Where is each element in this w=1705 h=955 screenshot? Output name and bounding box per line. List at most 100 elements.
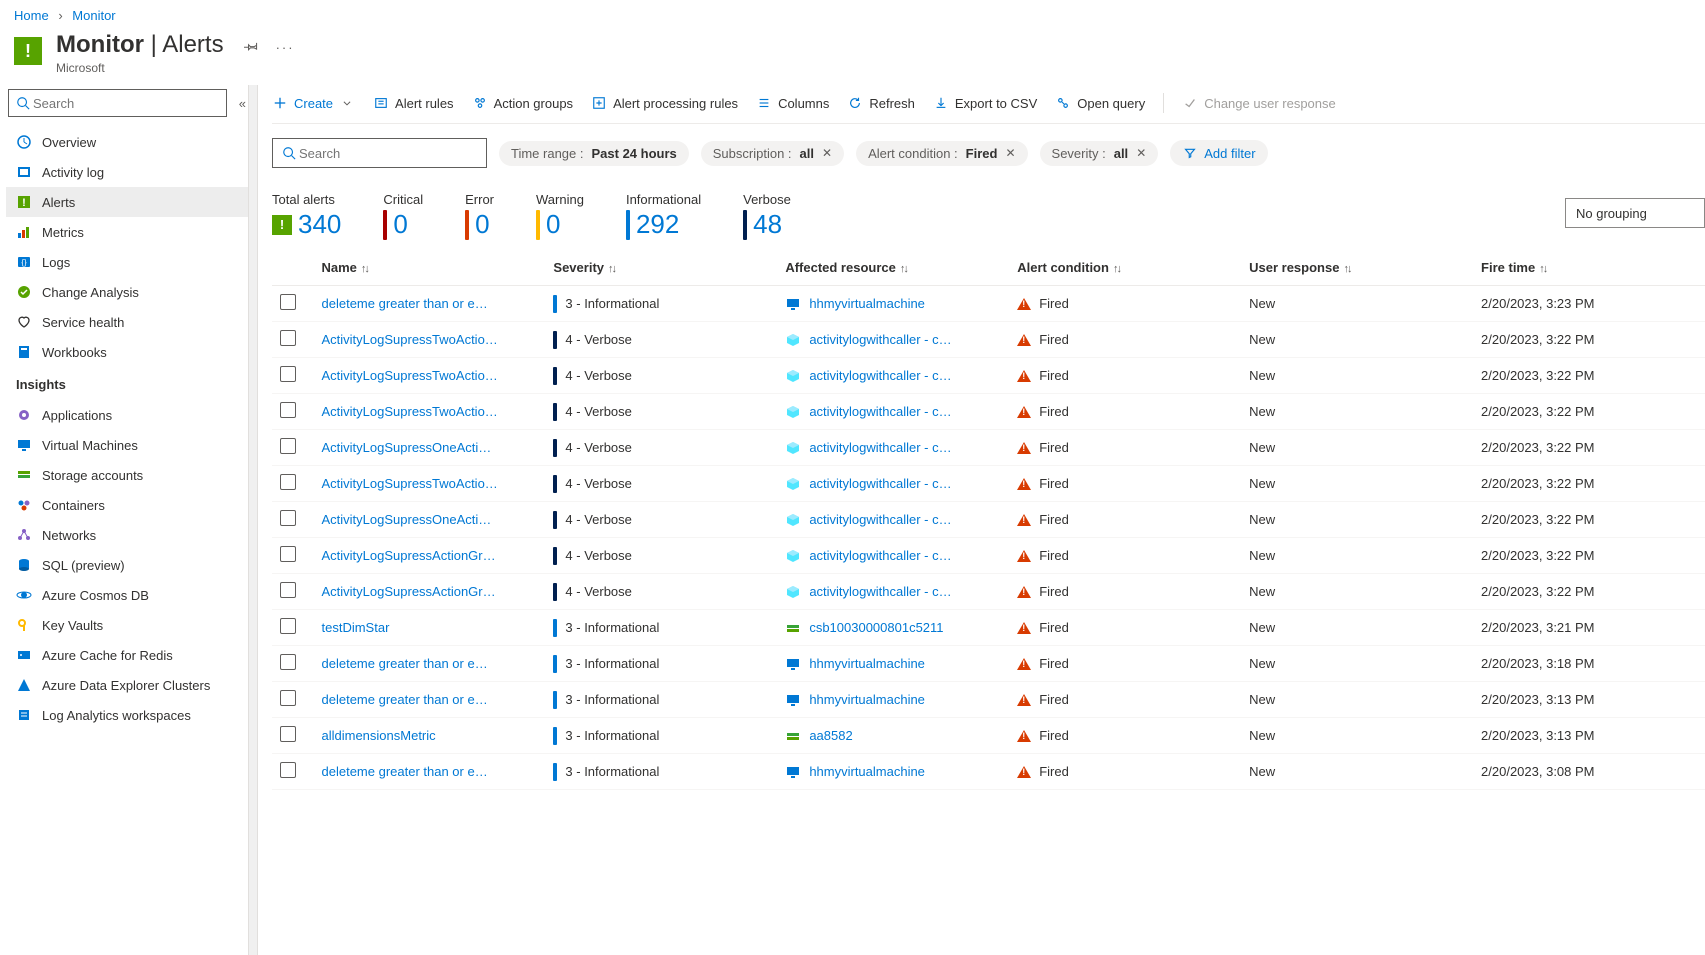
alert-name-link[interactable]: ActivityLogSupressOneActi… xyxy=(322,440,492,455)
table-row[interactable]: ActivityLogSupressTwoActio… 4 - Verbose … xyxy=(272,358,1705,394)
row-checkbox[interactable] xyxy=(280,438,296,454)
stat-total[interactable]: Total alerts ! 340 xyxy=(272,192,341,240)
row-checkbox[interactable] xyxy=(280,294,296,310)
sidebar-item-azure-data-explorer-clusters[interactable]: Azure Data Explorer Clusters xyxy=(6,670,256,700)
table-row[interactable]: ActivityLogSupressActionGr… 4 - Verbose … xyxy=(272,538,1705,574)
chip-time-range[interactable]: Time range : Past 24 hours xyxy=(499,141,689,166)
header-resource[interactable]: Affected resource↑↓ xyxy=(777,250,1009,286)
row-checkbox[interactable] xyxy=(280,366,296,382)
row-checkbox[interactable] xyxy=(280,330,296,346)
stat-error[interactable]: Error 0 xyxy=(465,192,494,240)
close-icon[interactable]: ✕ xyxy=(1136,146,1146,160)
alert-name-link[interactable]: ActivityLogSupressActionGr… xyxy=(322,548,496,563)
sidebar-item-storage-accounts[interactable]: Storage accounts xyxy=(6,460,256,490)
resource-link[interactable]: activitylogwithcaller - c… xyxy=(809,476,951,491)
alert-name-link[interactable]: ActivityLogSupressTwoActio… xyxy=(322,332,498,347)
alert-processing-button[interactable]: Alert processing rules xyxy=(591,95,738,111)
stat-info[interactable]: Informational 292 xyxy=(626,192,701,240)
row-checkbox[interactable] xyxy=(280,618,296,634)
table-row[interactable]: ActivityLogSupressTwoActio… 4 - Verbose … xyxy=(272,466,1705,502)
resource-link[interactable]: activitylogwithcaller - c… xyxy=(809,332,951,347)
table-row[interactable]: deleteme greater than or e… 3 - Informat… xyxy=(272,682,1705,718)
sidebar-item-workbooks[interactable]: Workbooks xyxy=(6,337,256,367)
header-severity[interactable]: Severity↑↓ xyxy=(545,250,777,286)
header-checkbox[interactable] xyxy=(272,250,314,286)
resource-link[interactable]: hhmyvirtualmachine xyxy=(809,296,925,311)
more-icon[interactable]: ··· xyxy=(276,40,295,55)
table-row[interactable]: deleteme greater than or e… 3 - Informat… xyxy=(272,646,1705,682)
filter-search-input[interactable] xyxy=(297,145,478,162)
row-checkbox[interactable] xyxy=(280,402,296,418)
sidebar-item-azure-cache-for-redis[interactable]: Azure Cache for Redis xyxy=(6,640,256,670)
table-row[interactable]: alldimensionsMetric 3 - Informational aa… xyxy=(272,718,1705,754)
sidebar-item-log-analytics-workspaces[interactable]: Log Analytics workspaces xyxy=(6,700,256,730)
sidebar-item-networks[interactable]: Networks xyxy=(6,520,256,550)
sidebar-item-service-health[interactable]: Service health xyxy=(6,307,256,337)
alert-rules-button[interactable]: Alert rules xyxy=(373,95,454,111)
alert-name-link[interactable]: deleteme greater than or e… xyxy=(322,764,488,779)
add-filter-button[interactable]: Add filter xyxy=(1170,140,1267,166)
sidebar-item-applications[interactable]: Applications xyxy=(6,400,256,430)
chip-subscription[interactable]: Subscription : all ✕ xyxy=(701,141,844,166)
resource-link[interactable]: hhmyvirtualmachine xyxy=(809,656,925,671)
table-row[interactable]: deleteme greater than or e… 3 - Informat… xyxy=(272,286,1705,322)
create-button[interactable]: Create xyxy=(272,95,355,111)
resource-link[interactable]: aa8582 xyxy=(809,728,852,743)
resource-link[interactable]: activitylogwithcaller - c… xyxy=(809,404,951,419)
header-condition[interactable]: Alert condition↑↓ xyxy=(1009,250,1241,286)
alert-name-link[interactable]: deleteme greater than or e… xyxy=(322,296,488,311)
table-row[interactable]: ActivityLogSupressOneActi… 4 - Verbose a… xyxy=(272,502,1705,538)
table-row[interactable]: ActivityLogSupressOneActi… 4 - Verbose a… xyxy=(272,430,1705,466)
sidebar-search-input[interactable] xyxy=(31,95,220,112)
breadcrumb-monitor[interactable]: Monitor xyxy=(72,8,115,23)
close-icon[interactable]: ✕ xyxy=(1005,146,1015,160)
stat-verbose[interactable]: Verbose 48 xyxy=(743,192,791,240)
chip-alert-condition[interactable]: Alert condition : Fired ✕ xyxy=(856,141,1027,166)
header-time[interactable]: Fire time↑↓ xyxy=(1473,250,1705,286)
open-query-button[interactable]: Open query xyxy=(1055,95,1145,111)
stat-critical[interactable]: Critical 0 xyxy=(383,192,423,240)
sidebar-item-change-analysis[interactable]: Change Analysis xyxy=(6,277,256,307)
sidebar-item-sql-preview-[interactable]: SQL (preview) xyxy=(6,550,256,580)
alert-name-link[interactable]: ActivityLogSupressTwoActio… xyxy=(322,368,498,383)
resource-link[interactable]: activitylogwithcaller - c… xyxy=(809,548,951,563)
refresh-button[interactable]: Refresh xyxy=(847,95,915,111)
row-checkbox[interactable] xyxy=(280,474,296,490)
row-checkbox[interactable] xyxy=(280,690,296,706)
sidebar-item-key-vaults[interactable]: Key Vaults xyxy=(6,610,256,640)
grouping-dropdown[interactable]: No grouping xyxy=(1565,198,1705,228)
action-groups-button[interactable]: Action groups xyxy=(472,95,574,111)
row-checkbox[interactable] xyxy=(280,510,296,526)
resource-link[interactable]: hhmyvirtualmachine xyxy=(809,764,925,779)
alert-name-link[interactable]: testDimStar xyxy=(322,620,390,635)
stat-warning[interactable]: Warning 0 xyxy=(536,192,584,240)
close-icon[interactable]: ✕ xyxy=(822,146,832,160)
row-checkbox[interactable] xyxy=(280,726,296,742)
resource-link[interactable]: csb10030000801c5211 xyxy=(809,620,943,635)
sidebar-item-virtual-machines[interactable]: Virtual Machines xyxy=(6,430,256,460)
alert-name-link[interactable]: ActivityLogSupressActionGr… xyxy=(322,584,496,599)
export-csv-button[interactable]: Export to CSV xyxy=(933,95,1037,111)
row-checkbox[interactable] xyxy=(280,582,296,598)
sidebar-item-activity-log[interactable]: Activity log xyxy=(6,157,256,187)
sidebar-item-overview[interactable]: Overview xyxy=(6,127,256,157)
table-row[interactable]: deleteme greater than or e… 3 - Informat… xyxy=(272,754,1705,790)
sidebar-item-containers[interactable]: Containers xyxy=(6,490,256,520)
header-name[interactable]: Name↑↓ xyxy=(314,250,546,286)
alert-name-link[interactable]: deleteme greater than or e… xyxy=(322,656,488,671)
pin-icon[interactable] xyxy=(244,39,258,56)
table-row[interactable]: ActivityLogSupressTwoActio… 4 - Verbose … xyxy=(272,394,1705,430)
alert-name-link[interactable]: alldimensionsMetric xyxy=(322,728,436,743)
resource-link[interactable]: activitylogwithcaller - c… xyxy=(809,512,951,527)
alert-name-link[interactable]: ActivityLogSupressTwoActio… xyxy=(322,476,498,491)
resource-link[interactable]: activitylogwithcaller - c… xyxy=(809,368,951,383)
resource-link[interactable]: activitylogwithcaller - c… xyxy=(809,440,951,455)
breadcrumb-home[interactable]: Home xyxy=(14,8,49,23)
columns-button[interactable]: Columns xyxy=(756,95,829,111)
row-checkbox[interactable] xyxy=(280,654,296,670)
sidebar-item-metrics[interactable]: Metrics xyxy=(6,217,256,247)
row-checkbox[interactable] xyxy=(280,762,296,778)
resource-link[interactable]: activitylogwithcaller - c… xyxy=(809,584,951,599)
sidebar-search[interactable] xyxy=(8,89,227,117)
table-row[interactable]: testDimStar 3 - Informational csb1003000… xyxy=(272,610,1705,646)
